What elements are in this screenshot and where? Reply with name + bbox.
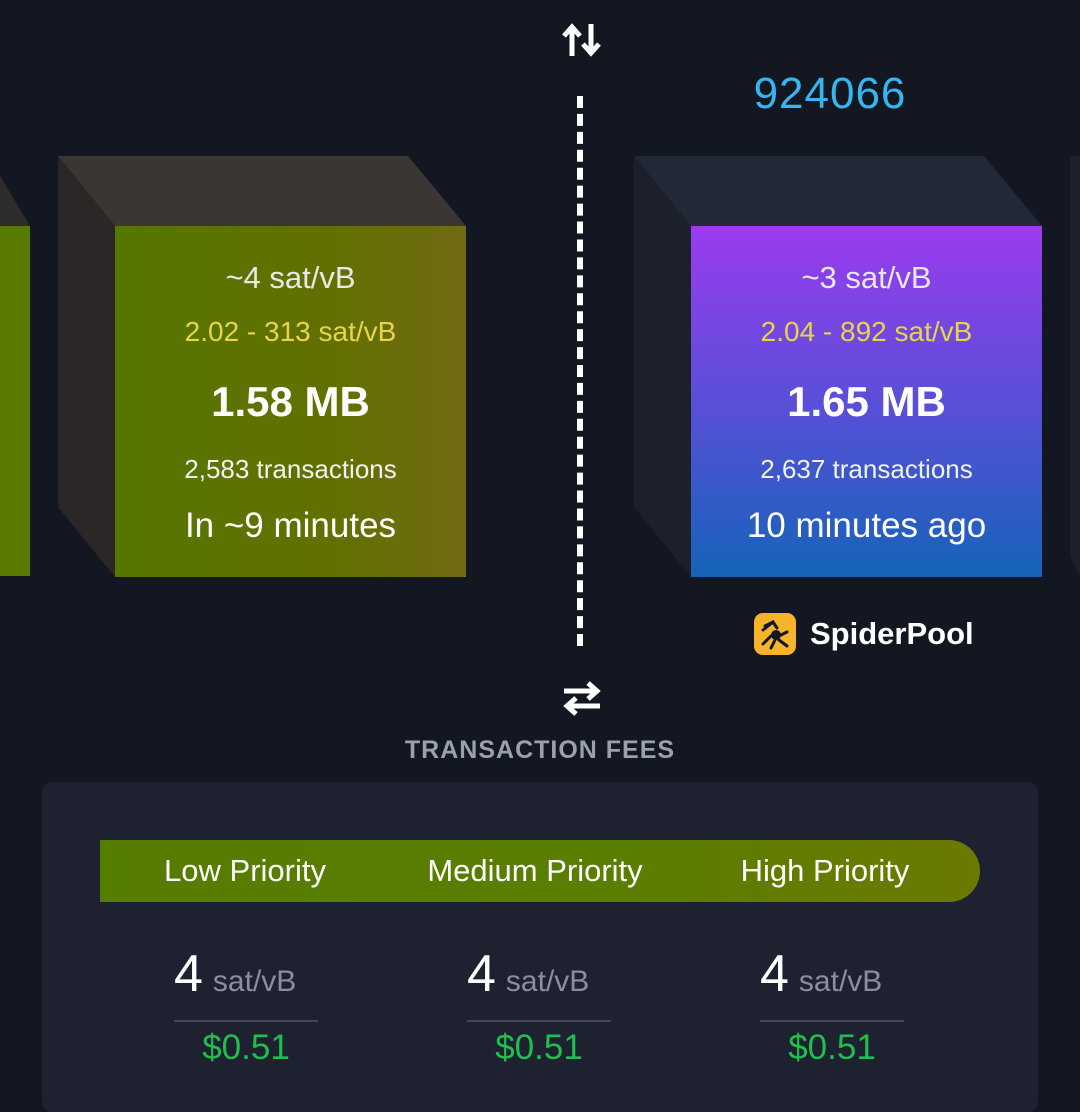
block-size: 1.58 MB	[211, 378, 370, 425]
fee-divider	[467, 1020, 611, 1022]
fee-usd: $0.51	[495, 1028, 583, 1067]
high-priority-label: High Priority	[740, 853, 910, 888]
spiderpool-logo	[754, 613, 796, 655]
fee-rate: 4	[174, 945, 203, 1003]
fee-unit: sat/vB	[212, 965, 297, 998]
pool-name: SpiderPool	[810, 616, 974, 651]
next-mined-block[interactable]	[1070, 156, 1080, 576]
swap-horizontal-icon[interactable]	[558, 674, 606, 722]
fee-unit: sat/vB	[798, 965, 883, 998]
fee-range: 2.04 - 892 sat/vB	[760, 316, 973, 347]
pending-block-face: ~4 sat/vB 2.02 - 313 sat/vB 1.58 MB 2,58…	[115, 226, 466, 577]
high-priority-fee: 4 sat/vB $0.51	[760, 944, 960, 1067]
fee-range: 2.02 - 313 sat/vB	[184, 316, 397, 347]
fee-divider	[174, 1020, 318, 1022]
block-time: 10 minutes ago	[746, 506, 987, 545]
fee-unit: sat/vB	[505, 965, 590, 998]
block-size: 1.65 MB	[787, 378, 946, 425]
median-fee: ~4 sat/vB	[225, 260, 356, 295]
fee-rate: 4	[760, 945, 789, 1003]
median-fee: ~3 sat/vB	[801, 260, 932, 295]
block-height-link[interactable]: 924066	[700, 66, 960, 122]
fee-divider	[760, 1020, 904, 1022]
mined-block-face: ~3 sat/vB 2.04 - 892 sat/vB 1.65 MB 2,63…	[691, 226, 1042, 577]
fee-usd: $0.51	[788, 1028, 876, 1067]
pending-block[interactable]: ~4 sat/vB 2.02 - 313 sat/vB 1.58 MB 2,58…	[58, 156, 468, 577]
swap-vertical-icon[interactable]	[558, 16, 606, 64]
fee-usd: $0.51	[202, 1028, 290, 1067]
low-priority-fee: 4 sat/vB $0.51	[174, 944, 374, 1067]
mined-block[interactable]: ~3 sat/vB 2.04 - 892 sat/vB 1.65 MB 2,63…	[634, 156, 1044, 577]
transaction-fees-title: TRANSACTION FEES	[404, 736, 676, 764]
transaction-count: 2,637 transactions	[760, 454, 973, 484]
priority-bar: Low Priority Medium Priority High Priori…	[100, 840, 980, 902]
transaction-count: 2,583 transactions	[184, 454, 397, 484]
low-priority-label: Low Priority	[164, 853, 326, 888]
medium-priority-label: Medium Priority	[427, 853, 643, 888]
block-time: In ~9 minutes	[184, 506, 397, 545]
previous-pending-block[interactable]	[0, 156, 30, 576]
mempool-blockchain-divider	[577, 96, 583, 646]
mining-pool[interactable]: SpiderPool	[754, 612, 974, 656]
fee-rate: 4	[467, 945, 496, 1003]
medium-priority-fee: 4 sat/vB $0.51	[467, 944, 667, 1067]
